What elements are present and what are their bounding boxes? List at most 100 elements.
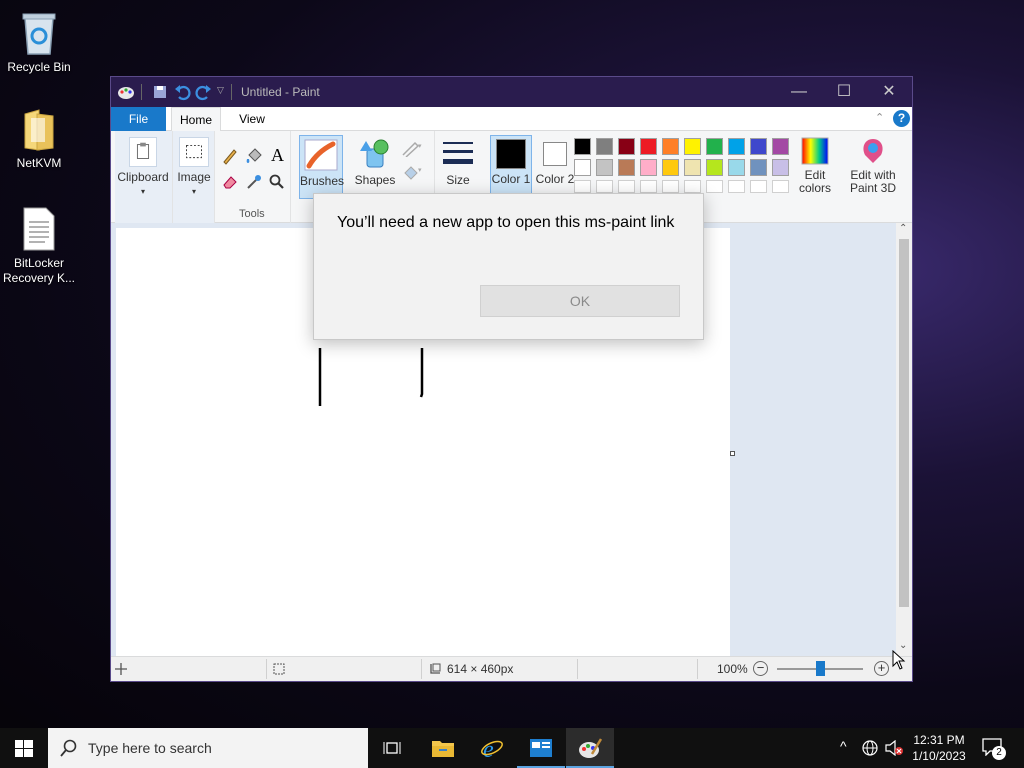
palette-swatch[interactable] <box>618 180 635 193</box>
ok-button[interactable]: OK <box>480 285 680 317</box>
pencil-icon[interactable] <box>221 147 239 165</box>
tab-file[interactable]: File <box>111 107 166 131</box>
palette-swatch[interactable] <box>574 159 591 176</box>
palette-swatch[interactable] <box>596 159 613 176</box>
clipboard-button[interactable]: Clipboard ▾ <box>117 137 169 198</box>
palette-swatch[interactable] <box>618 159 635 176</box>
zoom-out-icon[interactable]: − <box>753 661 768 676</box>
vertical-scrollbar[interactable]: ⌃ ⌄ <box>896 223 912 656</box>
paint-taskbar-button[interactable] <box>566 728 614 768</box>
internet-explorer-button[interactable]: e <box>468 728 516 768</box>
palette-swatch[interactable] <box>772 159 789 176</box>
zoom-slider[interactable] <box>777 661 863 676</box>
palette-swatch[interactable] <box>574 138 591 155</box>
palette-swatch[interactable] <box>772 180 789 193</box>
search-icon <box>60 739 77 757</box>
redo-icon[interactable] <box>195 83 213 101</box>
clock-date: 1/10/2023 <box>912 749 966 763</box>
palette-swatch[interactable] <box>684 138 701 155</box>
palette-swatch[interactable] <box>596 180 613 193</box>
palette-swatch[interactable] <box>684 180 701 193</box>
clipboard-icon <box>129 137 157 167</box>
customize-quick-access-icon[interactable]: ▽ <box>217 85 224 96</box>
palette-swatch[interactable] <box>662 180 679 193</box>
volume-muted-icon[interactable] <box>884 740 904 756</box>
palette-swatch[interactable] <box>750 159 767 176</box>
color2-button[interactable]: Color 2 <box>534 135 576 186</box>
svg-text:e: e <box>483 737 494 760</box>
text-tool-icon[interactable]: A <box>271 145 284 166</box>
minimize-button[interactable]: — <box>776 77 822 107</box>
palette-swatch[interactable] <box>640 180 657 193</box>
fill-icon[interactable] <box>245 147 263 165</box>
network-globe-icon[interactable] <box>862 740 878 756</box>
maximize-button[interactable]: ☐ <box>821 77 867 107</box>
palette-swatch[interactable] <box>706 159 723 176</box>
undo-icon[interactable] <box>173 83 191 101</box>
color-palette <box>574 138 796 200</box>
magnifier-icon[interactable] <box>268 173 286 191</box>
edit-colors-button[interactable]: Edit colors <box>797 137 833 195</box>
canvas-dimensions: 614 × 460px <box>447 662 514 676</box>
palette-swatch[interactable] <box>662 159 679 176</box>
palette-swatch[interactable] <box>728 138 745 155</box>
palette-swatch[interactable] <box>706 138 723 155</box>
zoom-in-icon[interactable]: + <box>874 661 889 676</box>
palette-swatch[interactable] <box>750 180 767 193</box>
taskbar-search-box[interactable]: Type here to search <box>48 728 368 768</box>
size-icon <box>443 142 473 164</box>
title-bar[interactable]: ▽ Untitled - Paint — ☐ ✕ <box>111 77 912 107</box>
show-hidden-icons-icon[interactable]: ^ <box>840 738 847 754</box>
image-button[interactable]: Image ▾ <box>175 137 213 198</box>
start-windows-icon[interactable] <box>15 740 33 757</box>
palette-swatch[interactable] <box>728 159 745 176</box>
taskbar: Type here to search e ^ 12:31 PM 1/10/20… <box>0 728 1024 768</box>
mouse-cursor-icon <box>892 650 906 670</box>
clipboard-label: Clipboard <box>117 170 169 184</box>
zoom-level: 100% <box>717 662 748 676</box>
color1-button[interactable]: Color 1 <box>490 135 532 199</box>
scroll-up-icon[interactable]: ⌃ <box>899 223 907 234</box>
palette-swatch[interactable] <box>684 159 701 176</box>
color-picker-icon[interactable] <box>245 173 263 191</box>
palette-swatch[interactable] <box>640 159 657 176</box>
edit-paint3d-button[interactable]: Edit with Paint 3D <box>845 137 901 195</box>
palette-swatch[interactable] <box>662 138 679 155</box>
scroll-thumb[interactable] <box>899 239 909 607</box>
task-view-button[interactable] <box>368 728 416 768</box>
cursor-position-icon <box>115 663 127 675</box>
folder-icon <box>24 109 54 151</box>
desktop-icon-netkvm[interactable]: NetKVM <box>0 108 78 171</box>
help-icon[interactable]: ? <box>893 110 910 127</box>
internet-explorer-icon: e <box>481 737 503 760</box>
desktop-icon-label: NetKVM <box>16 156 62 170</box>
desktop-icon-recycle-bin[interactable]: Recycle Bin <box>0 8 78 75</box>
paint-icon <box>579 738 602 758</box>
save-icon[interactable] <box>151 83 169 101</box>
action-center-button[interactable]: 2 <box>980 736 1008 760</box>
notification-count-badge: 2 <box>992 746 1006 760</box>
palette-swatch[interactable] <box>574 180 591 193</box>
palette-swatch[interactable] <box>772 138 789 155</box>
tab-home[interactable]: Home <box>171 107 221 132</box>
desktop-icon-bitlocker[interactable]: BitLocker Recovery K... <box>0 206 78 286</box>
taskbar-clock[interactable]: 12:31 PM 1/10/2023 <box>906 732 972 764</box>
size-button[interactable]: Size <box>437 135 479 187</box>
desktop-icon-label: Recycle Bin <box>7 60 71 74</box>
canvas-resize-handle[interactable] <box>730 451 735 456</box>
file-explorer-button[interactable] <box>418 728 466 768</box>
tab-view[interactable]: View <box>229 107 275 131</box>
palette-swatch[interactable] <box>596 138 613 155</box>
ribbon-tabs: File Home View ⌃ ? <box>111 107 912 132</box>
palette-swatch[interactable] <box>728 180 745 193</box>
close-button[interactable]: ✕ <box>866 77 912 107</box>
palette-swatch[interactable] <box>618 138 635 155</box>
collapse-ribbon-icon[interactable]: ⌃ <box>875 111 884 124</box>
control-panel-button[interactable] <box>517 728 565 768</box>
palette-swatch[interactable] <box>750 138 767 155</box>
zoom-slider-thumb[interactable] <box>816 661 825 676</box>
paint-window: ▽ Untitled - Paint — ☐ ✕ File Home View … <box>110 76 913 682</box>
eraser-icon[interactable] <box>221 173 239 191</box>
palette-swatch[interactable] <box>640 138 657 155</box>
palette-swatch[interactable] <box>706 180 723 193</box>
